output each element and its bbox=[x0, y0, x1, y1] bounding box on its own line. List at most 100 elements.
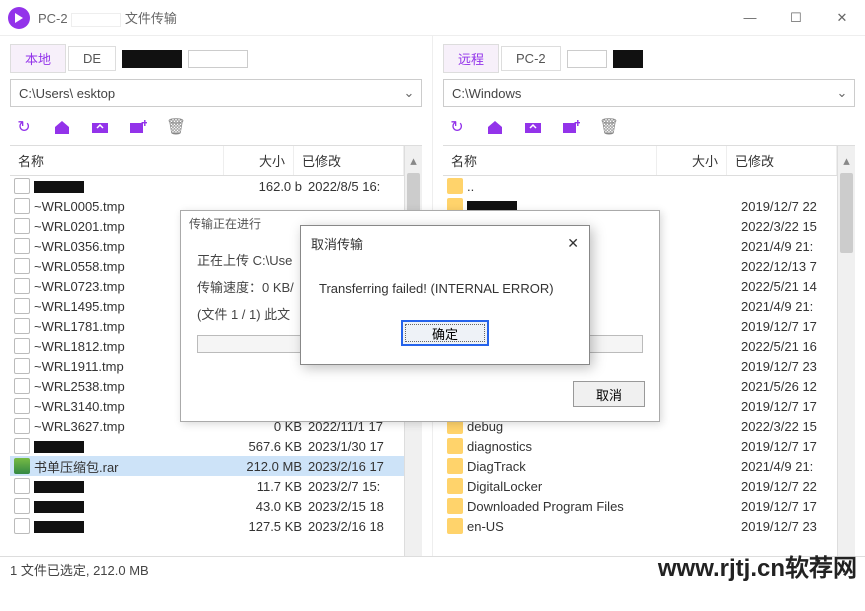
folder-up-icon[interactable] bbox=[523, 117, 543, 137]
delete-icon[interactable]: 🗑 bbox=[166, 117, 186, 137]
col-size[interactable]: 大小 bbox=[224, 146, 294, 175]
doc-icon bbox=[14, 218, 30, 234]
file-name: en-US bbox=[467, 519, 671, 534]
doc-icon bbox=[14, 438, 30, 454]
close-button[interactable]: ✕ bbox=[819, 0, 865, 36]
file-row[interactable]: 43.0 KB2023/2/15 18 bbox=[10, 496, 422, 516]
file-name: DigitalLocker bbox=[467, 479, 671, 494]
local-toolbar: ↻ + 🗑 bbox=[10, 115, 422, 145]
file-date: 2021/4/9 21: bbox=[741, 239, 851, 254]
file-row[interactable]: 11.7 KB2023/2/7 15: bbox=[10, 476, 422, 496]
doc-icon bbox=[14, 378, 30, 394]
refresh-icon[interactable]: ↻ bbox=[447, 117, 467, 137]
file-name: DiagTrack bbox=[467, 459, 671, 474]
file-size: 11.7 KB bbox=[238, 479, 308, 494]
file-row[interactable]: 567.6 KB2023/1/30 17 bbox=[10, 436, 422, 456]
file-row[interactable]: en-US2019/12/7 23 bbox=[443, 516, 855, 536]
remote-path-combo[interactable]: C:\Windows ⌄ bbox=[443, 79, 855, 107]
local-file-header: 名称 大小 已修改 ▴ bbox=[10, 145, 422, 176]
col-name[interactable]: 名称 bbox=[443, 146, 657, 175]
file-name bbox=[34, 439, 238, 454]
doc-icon bbox=[14, 238, 30, 254]
folder-icon bbox=[447, 178, 463, 194]
file-date: 2022/8/5 16: bbox=[308, 179, 418, 194]
file-date: 2022/5/21 16 bbox=[741, 339, 851, 354]
file-date: 2023/2/16 18 bbox=[308, 519, 418, 534]
folder-icon bbox=[447, 478, 463, 494]
folder-icon bbox=[447, 518, 463, 534]
titlebar: PC-2 文件传输 — ☐ ✕ bbox=[0, 0, 865, 36]
watermark: www.rjtj.cn软荐网 bbox=[658, 548, 857, 583]
file-name: diagnostics bbox=[467, 439, 671, 454]
tab-remote-device[interactable]: PC-2 bbox=[501, 46, 561, 71]
file-date: 2021/4/9 21: bbox=[741, 459, 851, 474]
doc-icon bbox=[14, 298, 30, 314]
file-size: 43.0 KB bbox=[238, 499, 308, 514]
local-path-combo[interactable]: C:\Users\ esktop ⌄ bbox=[10, 79, 422, 107]
file-date: 2021/4/9 21: bbox=[741, 299, 851, 314]
new-folder-icon[interactable]: + bbox=[561, 117, 581, 137]
doc-icon bbox=[14, 358, 30, 374]
refresh-icon[interactable]: ↻ bbox=[14, 117, 34, 137]
file-date: 2019/12/7 23 bbox=[741, 359, 851, 374]
file-row[interactable]: DiagTrack 2021/4/9 21: bbox=[443, 456, 855, 476]
remote-file-header: 名称 大小 已修改 ▴ bbox=[443, 145, 855, 176]
file-name: 书单压缩包.rar bbox=[34, 457, 238, 476]
col-name[interactable]: 名称 bbox=[10, 146, 224, 175]
file-row[interactable]: 162.0 b2022/8/5 16: bbox=[10, 176, 422, 196]
file-row[interactable]: diagnostics2019/12/7 17 bbox=[443, 436, 855, 456]
file-date: 2023/1/30 17 bbox=[308, 439, 418, 454]
chevron-down-icon[interactable]: ⌄ bbox=[397, 85, 421, 101]
file-row[interactable]: DigitalLocker 2019/12/7 22 bbox=[443, 476, 855, 496]
folder-icon bbox=[447, 458, 463, 474]
local-path-text: C:\Users\ esktop bbox=[11, 86, 397, 101]
file-date: 2023/2/16 17 bbox=[308, 459, 418, 474]
doc-icon bbox=[14, 398, 30, 414]
doc-icon bbox=[14, 318, 30, 334]
file-size: 212.0 MB bbox=[238, 459, 308, 474]
rar-icon bbox=[14, 458, 30, 474]
file-row[interactable]: 127.5 KB2023/2/16 18 bbox=[10, 516, 422, 536]
col-date[interactable]: 已修改 bbox=[294, 146, 404, 175]
file-date: 2023/2/15 18 bbox=[308, 499, 418, 514]
home-icon[interactable] bbox=[52, 117, 72, 137]
doc-icon bbox=[14, 198, 30, 214]
tab-local-device[interactable]: DE bbox=[68, 46, 116, 71]
tab-local[interactable]: 本地 bbox=[10, 44, 66, 73]
folder-up-icon[interactable] bbox=[90, 117, 110, 137]
file-size: 127.5 KB bbox=[238, 519, 308, 534]
file-date: 2019/12/7 17 bbox=[741, 499, 851, 514]
file-row[interactable]: 书单压缩包.rar212.0 MB2023/2/16 17 bbox=[10, 456, 422, 476]
doc-icon bbox=[14, 178, 30, 194]
tab-remote[interactable]: 远程 bbox=[443, 44, 499, 73]
file-name bbox=[34, 499, 238, 514]
col-date[interactable]: 已修改 bbox=[727, 146, 837, 175]
close-icon[interactable]: ✕ bbox=[567, 235, 579, 252]
file-row[interactable]: Downloaded Program Files2019/12/7 17 bbox=[443, 496, 855, 516]
folder-icon bbox=[447, 498, 463, 514]
file-name bbox=[34, 179, 238, 194]
file-size: 162.0 b bbox=[238, 179, 308, 194]
file-date: 2019/12/7 22 bbox=[741, 479, 851, 494]
remote-path-text: C:\Windows bbox=[444, 86, 830, 101]
doc-icon bbox=[14, 338, 30, 354]
maximize-button[interactable]: ☐ bbox=[773, 0, 819, 36]
chevron-down-icon[interactable]: ⌄ bbox=[830, 85, 854, 101]
col-size[interactable]: 大小 bbox=[657, 146, 727, 175]
home-icon[interactable] bbox=[485, 117, 505, 137]
delete-icon[interactable]: 🗑 bbox=[599, 117, 619, 137]
cancel-button[interactable]: 取消 bbox=[573, 381, 645, 407]
app-icon bbox=[8, 7, 30, 29]
remote-toolbar: ↻ + 🗑 bbox=[443, 115, 855, 145]
file-date: 2023/2/7 15: bbox=[308, 479, 418, 494]
remote-scrollbar[interactable] bbox=[837, 169, 855, 556]
new-folder-icon[interactable]: + bbox=[128, 117, 148, 137]
minimize-button[interactable]: — bbox=[727, 0, 773, 36]
doc-icon bbox=[14, 418, 30, 434]
ok-button[interactable]: 确定 bbox=[401, 320, 489, 346]
doc-icon bbox=[14, 258, 30, 274]
file-date: 2019/12/7 17 bbox=[741, 399, 851, 414]
file-name bbox=[34, 479, 238, 494]
file-date: 2022/3/22 15 bbox=[741, 419, 851, 434]
file-row[interactable]: .. bbox=[443, 176, 855, 196]
